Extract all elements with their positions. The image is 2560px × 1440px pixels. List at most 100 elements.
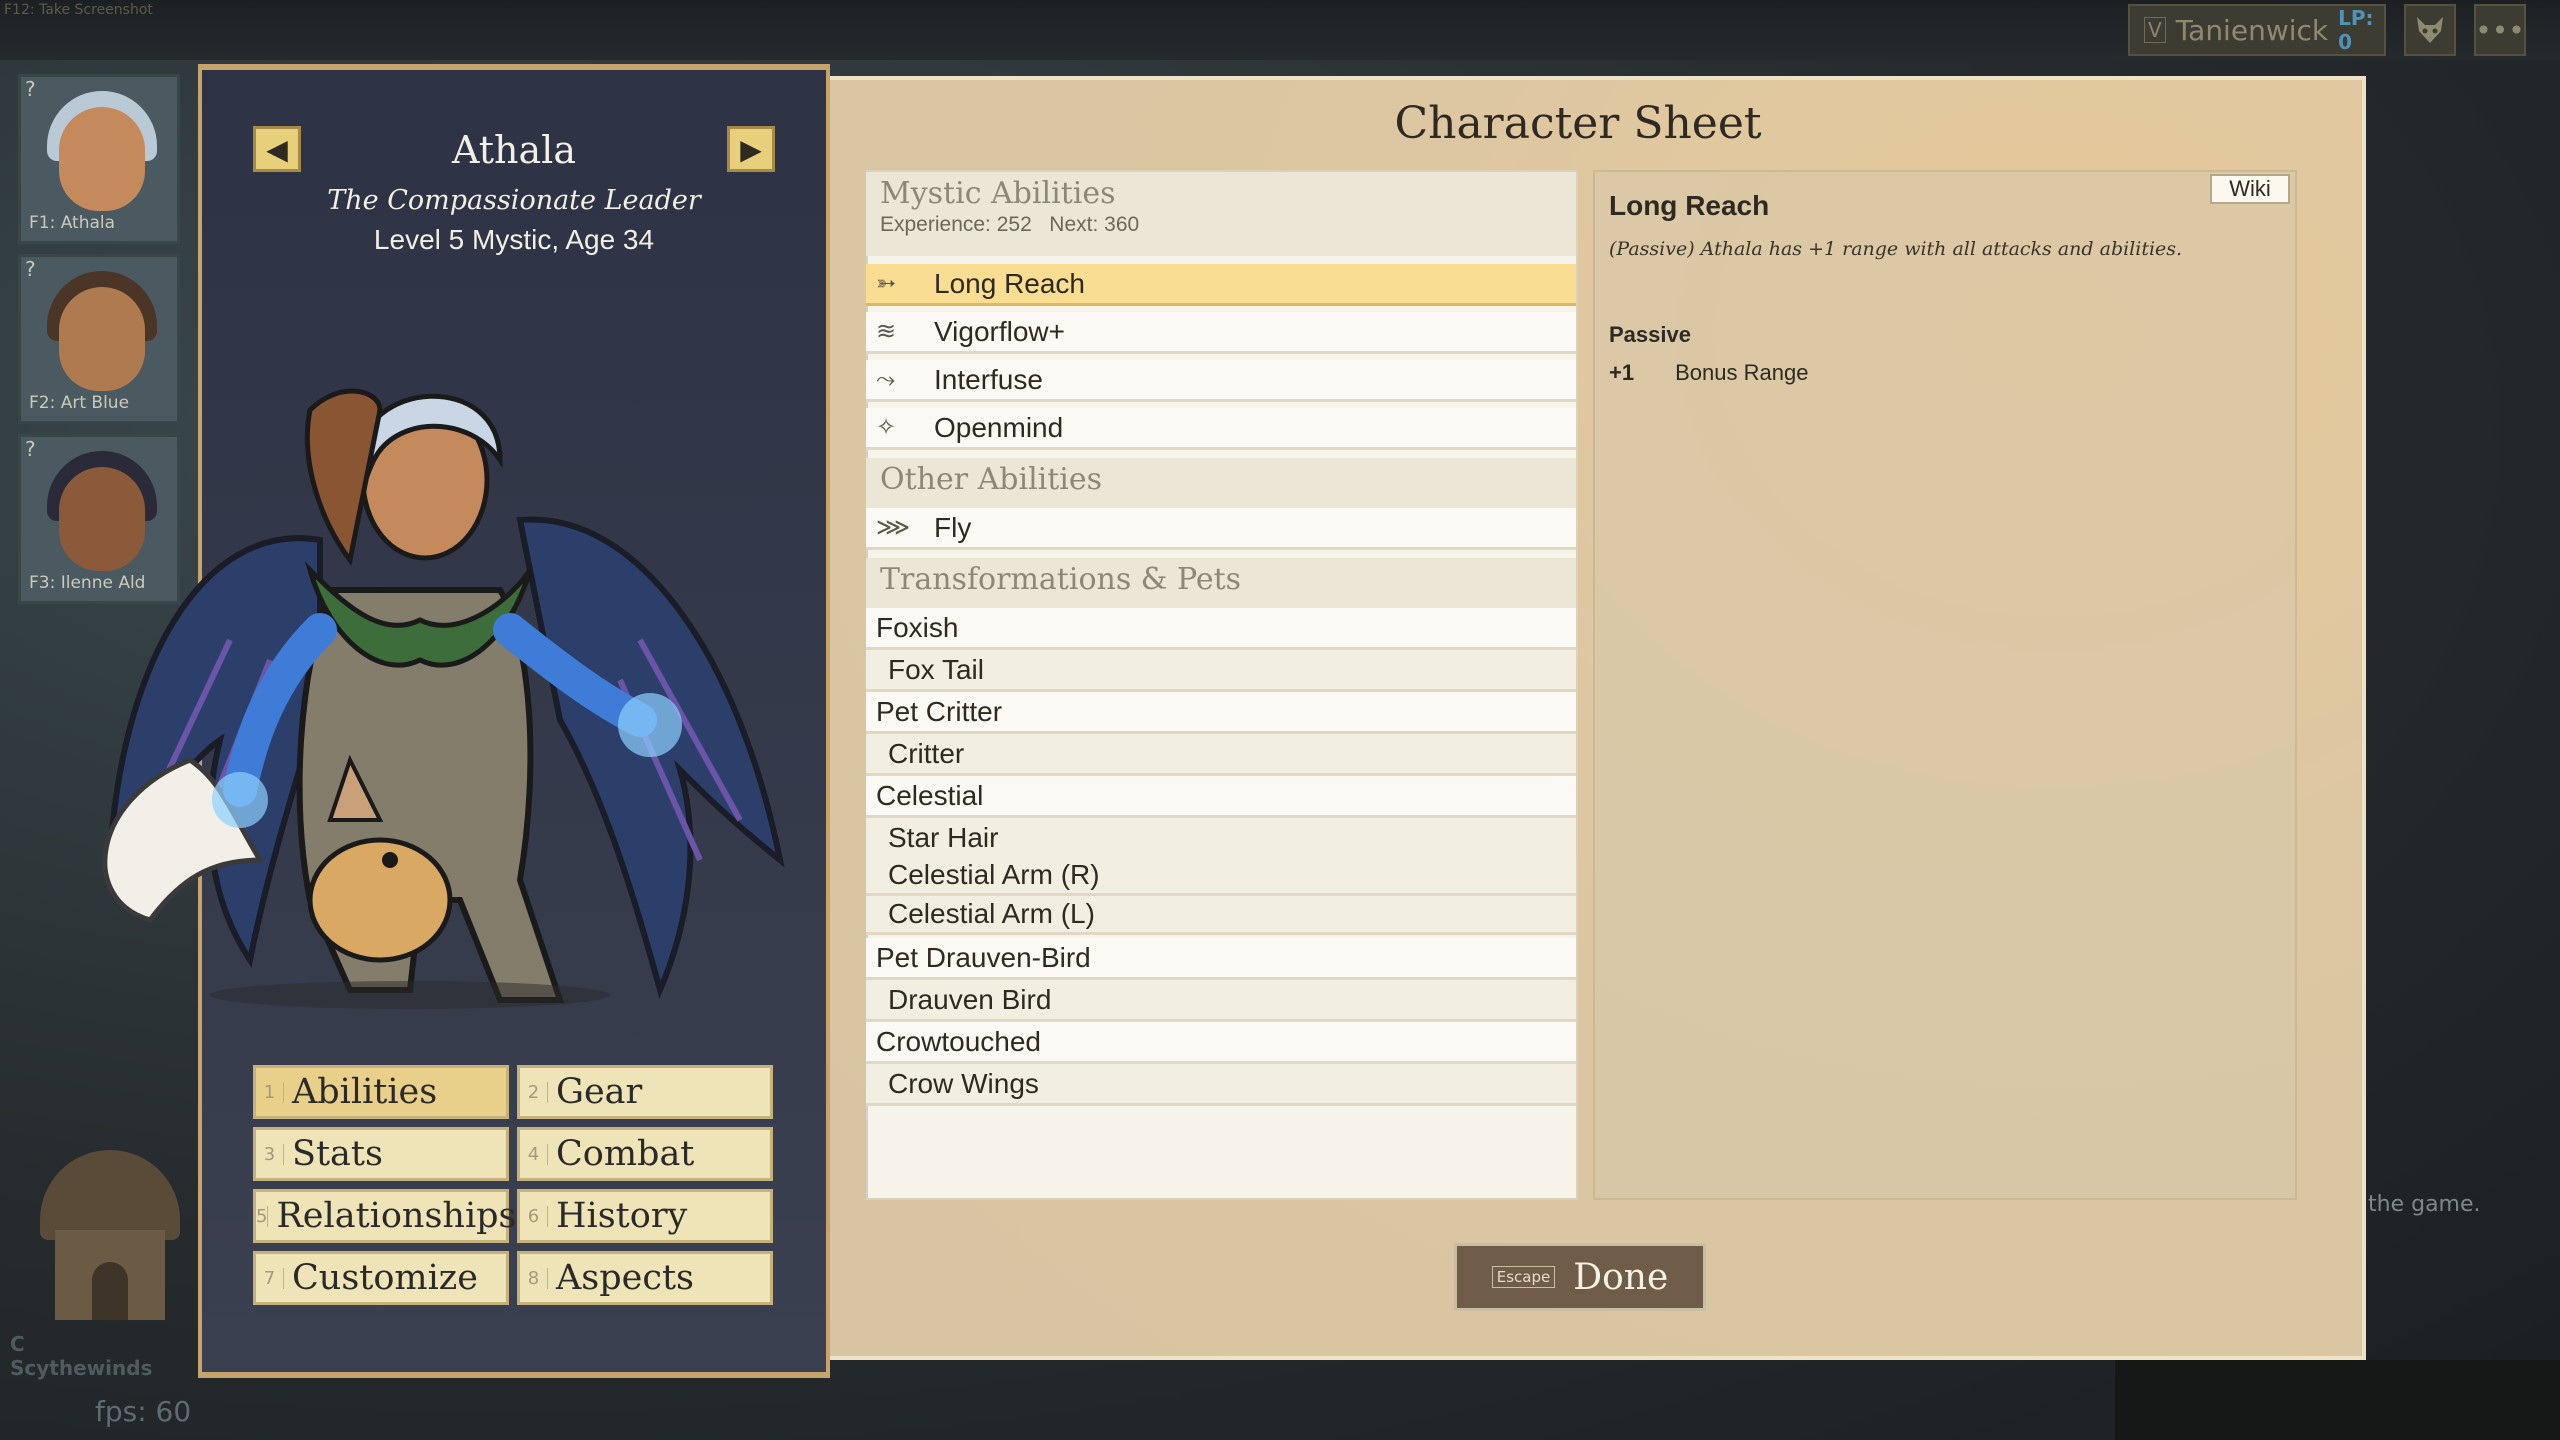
tab-stats[interactable]: 3 Stats [253,1127,509,1181]
transform-drauven-bird[interactable]: Drauven Bird [866,980,1576,1022]
tab-label: Stats [292,1134,383,1174]
house-icon [40,1150,180,1320]
transform-label: Celestial [876,779,984,811]
vigorflow-icon: ≋ [876,318,897,345]
escape-key-hint: Escape [1491,1266,1556,1288]
transform-label: Celestial Arm (R) [888,859,1100,890]
help-icon: ? [25,77,36,101]
transform-label: Pet Critter [876,695,1003,727]
transform-label: Crow Wings [888,1067,1039,1099]
transform-pet-drauven-bird[interactable]: Pet Drauven-Bird [866,938,1576,980]
ability-label: Openmind [934,411,1064,443]
transform-label: Foxish [876,611,959,643]
detail-type: Passive [1609,322,1691,347]
location-name: Scythewinds [10,1356,153,1380]
transform-celestial-arm-l[interactable]: Celestial Arm (L) [866,896,1576,935]
tab-hotkey: 4 [520,1143,548,1165]
player-hotkey: V [2144,17,2166,43]
tab-hotkey: 2 [520,1081,548,1103]
openmind-icon: ✧ [876,414,897,441]
transform-label: Crowtouched [876,1025,1041,1057]
player-button[interactable]: V Tanienwick LP: 0 [2128,4,2386,56]
ability-fly[interactable]: ⋙ Fly [866,508,1576,550]
tab-label: History [556,1196,688,1236]
character-title: The Compassionate Leader [327,185,701,216]
long-reach-icon: ➳ [876,270,897,297]
ellipsis-icon[interactable]: ••• [2474,4,2526,56]
transform-fox-tail[interactable]: Fox Tail [866,650,1576,692]
ability-label: Long Reach [934,267,1086,299]
detail-description: (Passive) Athala has +1 range with all a… [1609,238,2183,260]
world-shadow [2115,1360,2560,1440]
tab-label: Aspects [556,1258,694,1298]
experience-info: Experience: 252 Next: 360 [880,213,1576,237]
ability-label: Interfuse [934,363,1043,395]
character-illustration [102,388,785,1009]
party-portrait-athala[interactable]: ? F1: Athala [18,74,180,244]
location-label: C Scythewinds [10,1332,200,1380]
transform-star-hair[interactable]: Star Hair [866,818,1576,860]
tab-label: Abilities [292,1072,438,1112]
detail-stat: +1 Bonus Range [1609,360,1808,386]
character-level: Level 5 Mystic, Age 34 [373,224,655,255]
lp-counter: LP: 0 [2338,6,2374,54]
ability-long-reach[interactable]: ➳ Long Reach [866,264,1576,306]
fps-counter: fps: 60 [95,1395,192,1428]
transform-label: Pet Drauven-Bird [876,941,1091,973]
help-icon: ? [25,437,36,461]
transform-label: Drauven Bird [888,983,1052,1015]
tab-label: Gear [556,1072,643,1112]
transform-label: Critter [888,737,965,769]
ability-label: Vigorflow+ [934,315,1066,347]
character-name: Athala [452,128,576,172]
wiki-button[interactable]: Wiki [2210,174,2290,204]
transform-crowtouched[interactable]: Crowtouched [866,1022,1576,1064]
screenshot-hint: F12: Take Screenshot [4,2,153,18]
player-name: Tanienwick [2175,13,2329,47]
ability-label: Fly [934,511,972,543]
menu-glyph: ••• [2475,13,2525,47]
tab-aspects[interactable]: 8 Aspects [517,1251,773,1305]
detail-title: Long Reach [1609,190,1770,221]
other-header-label: Other Abilities [880,462,1103,497]
done-button[interactable]: Escape Done [1454,1243,1706,1311]
transformations-header: Transformations & Pets [866,558,1576,608]
tab-history[interactable]: 6 History [517,1189,773,1243]
transform-pet-critter[interactable]: Pet Critter [866,692,1576,734]
location-key: C [10,1332,25,1356]
tab-label: Relationships [276,1196,517,1236]
transform-celestial-arm-r[interactable]: Celestial Arm (R) [866,857,1576,896]
background-hint-text: the game. [2368,1192,2481,1217]
tab-relationships[interactable]: 5 Relationships [253,1189,517,1243]
transform-critter[interactable]: Critter [866,734,1576,776]
transform-label: Star Hair [888,821,999,853]
stat-value: +1 [1609,360,1635,385]
tab-hotkey: 1 [256,1081,284,1103]
tab-gear[interactable]: 2 Gear [517,1065,773,1119]
wing-icon: ⋙ [876,514,911,541]
mystic-header-label: Mystic Abilities [880,176,1116,211]
ability-vigorflow[interactable]: ≋ Vigorflow+ [866,312,1576,354]
ability-interfuse[interactable]: ⤳ Interfuse [866,360,1576,402]
transform-header-label: Transformations & Pets [880,562,1242,597]
tab-hotkey: 8 [520,1267,548,1289]
tab-combat[interactable]: 4 Combat [517,1127,773,1181]
transform-foxish[interactable]: Foxish [866,608,1576,650]
ability-openmind[interactable]: ✧ Openmind [866,408,1576,450]
tab-abilities[interactable]: 1 Abilities [253,1065,509,1119]
transform-label: Celestial Arm (L) [888,898,1095,929]
other-abilities-header: Other Abilities [866,458,1576,508]
transform-celestial[interactable]: Celestial [866,776,1576,818]
fox-mask-icon[interactable] [2404,4,2456,56]
panel-border-top [198,64,830,70]
done-label: Done [1573,1256,1669,1298]
ability-detail-panel [1593,170,2297,1200]
tab-label: Customize [292,1258,478,1298]
tab-hotkey: 7 [256,1267,284,1289]
experience-value: Experience: 252 [880,213,1032,236]
transform-crow-wings[interactable]: Crow Wings [866,1064,1576,1106]
help-icon: ? [25,257,36,281]
tab-customize[interactable]: 7 Customize [253,1251,509,1305]
transform-label: Fox Tail [888,653,984,685]
sheet-title: Character Sheet [1394,98,1762,149]
